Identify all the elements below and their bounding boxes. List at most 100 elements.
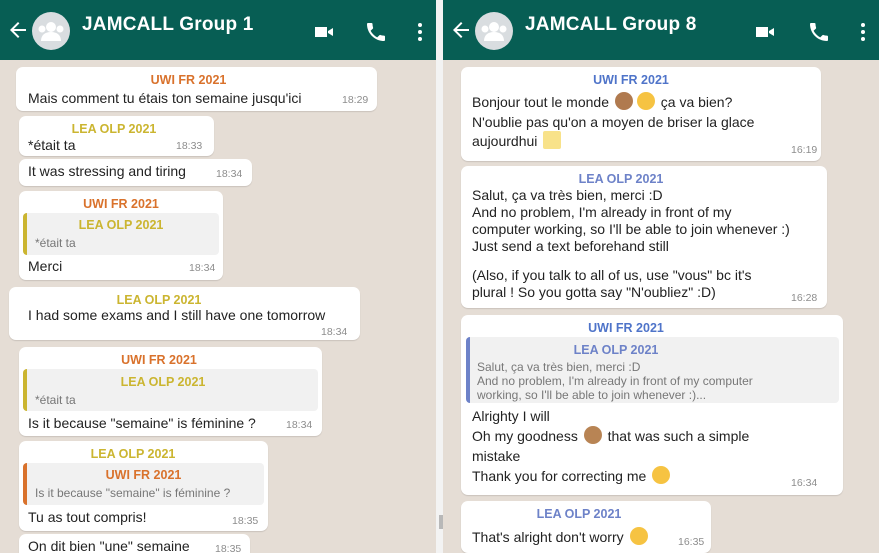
message-time: 18:35 xyxy=(215,543,242,553)
quoted-message[interactable]: LEA OLP 2021 *était ta xyxy=(23,213,219,255)
back-arrow-icon[interactable] xyxy=(449,18,473,42)
message-bubble[interactable]: UWI FR 2021 LEA OLP 2021 *était ta Merci… xyxy=(19,191,223,280)
message-text: On dit bien "une" semaine xyxy=(28,538,190,553)
chat-header: JAMCALL Group 8 xyxy=(443,0,879,60)
more-options-icon[interactable] xyxy=(851,20,875,44)
chat-header: JAMCALL Group 1 xyxy=(0,0,436,60)
quoted-text: And no problem, I'm already in front of … xyxy=(477,374,753,388)
message-text: Salut, ça va très bien, merci :D xyxy=(472,187,663,203)
message-sender: LEA OLP 2021 xyxy=(578,172,664,186)
clapping-hands-emoji-icon xyxy=(614,92,633,110)
message-bubble[interactable]: It was stressing and tiring 18:34 xyxy=(19,159,252,186)
chat-title[interactable]: JAMCALL Group 8 xyxy=(525,14,697,36)
message-text: Mais comment tu étais ton semaine jusqu'… xyxy=(28,90,302,106)
message-text-line: aujourdhui xyxy=(472,131,563,151)
voice-call-icon[interactable] xyxy=(364,20,388,44)
back-arrow-icon[interactable] xyxy=(6,18,30,42)
message-text: Oh my goodness xyxy=(472,428,578,444)
message-time: 18:34 xyxy=(321,326,348,338)
message-text-line: Bonjour tout le monde ça va bien? xyxy=(472,92,732,112)
message-text: ça va bien? xyxy=(660,94,733,110)
message-text: computer working, so I'll be able to joi… xyxy=(472,221,790,237)
message-bubble[interactable]: UWI FR 2021 Mais comment tu étais ton se… xyxy=(16,67,377,111)
message-text-line: Thank you for correcting me xyxy=(472,466,672,486)
panel-divider xyxy=(436,0,443,553)
quoted-text: *était ta xyxy=(35,393,76,407)
message-bubble[interactable]: LEA OLP 2021 UWI FR 2021 Is it because "… xyxy=(19,441,268,531)
sparkles-emoji-icon xyxy=(543,131,562,149)
message-time: 18:35 xyxy=(232,515,259,527)
quoted-sender: LEA OLP 2021 xyxy=(78,218,164,232)
quoted-text: Is it because "semaine" is féminine ? xyxy=(35,486,231,500)
message-text: It was stressing and tiring xyxy=(28,163,186,179)
message-text: that was such a simple xyxy=(607,428,750,444)
chat-title[interactable]: JAMCALL Group 1 xyxy=(82,14,254,36)
message-text: (Also, if you talk to all of us, use "vo… xyxy=(472,267,752,283)
message-time: 16:35 xyxy=(678,536,705,548)
message-bubble[interactable]: On dit bien "une" semaine 18:35 xyxy=(19,534,250,553)
message-bubble[interactable]: LEA OLP 2021 *était ta 18:33 xyxy=(19,116,214,156)
more-options-icon[interactable] xyxy=(408,20,432,44)
message-text: aujourdhui xyxy=(472,133,538,149)
group-avatar-icon[interactable] xyxy=(32,12,70,50)
see-no-evil-monkey-emoji-icon xyxy=(583,426,602,444)
chat-panel-left: JAMCALL Group 1 UWI FR 2021 Mais comment… xyxy=(0,0,436,553)
voice-call-icon[interactable] xyxy=(807,20,831,44)
message-text: Tu as tout compris! xyxy=(28,509,147,525)
grinning-sweat-emoji-icon xyxy=(652,466,671,484)
quoted-message[interactable]: LEA OLP 2021 *était ta xyxy=(23,369,318,411)
message-sender: LEA OLP 2021 xyxy=(71,122,157,136)
message-sender: UWI FR 2021 xyxy=(121,353,197,367)
message-time: 16:34 xyxy=(791,477,818,489)
video-call-icon[interactable] xyxy=(753,20,777,44)
message-text: Is it because "semaine" is féminine ? xyxy=(28,415,256,431)
message-sender: LEA OLP 2021 xyxy=(536,507,622,521)
message-text: *était ta xyxy=(28,137,76,153)
message-text: mistake xyxy=(472,448,521,464)
message-time: 18:33 xyxy=(176,140,203,152)
message-sender: UWI FR 2021 xyxy=(83,197,159,211)
smiling-face-emoji-icon xyxy=(636,92,655,110)
message-time: 16:28 xyxy=(791,292,818,304)
message-text: And no problem, I'm already in front of … xyxy=(472,204,732,220)
message-time: 18:34 xyxy=(189,262,216,274)
message-time: 18:34 xyxy=(286,419,313,431)
video-call-icon[interactable] xyxy=(312,20,336,44)
message-time: 18:29 xyxy=(342,94,369,106)
quoted-message[interactable]: UWI FR 2021 Is it because "semaine" is f… xyxy=(23,463,264,505)
quoted-text: Salut, ça va très bien, merci :D xyxy=(477,360,641,374)
message-bubble[interactable]: UWI FR 2021 LEA OLP 2021 Salut, ça va tr… xyxy=(461,315,843,495)
message-bubble[interactable]: UWI FR 2021 Bonjour tout le monde ça va … xyxy=(461,67,821,161)
message-text-line: Oh my goodness that was such a simple xyxy=(472,426,749,446)
quoted-text: *était ta xyxy=(35,236,76,250)
quoted-sender: LEA OLP 2021 xyxy=(120,375,206,389)
message-sender: UWI FR 2021 xyxy=(150,73,227,87)
message-sender: LEA OLP 2021 xyxy=(90,447,176,461)
quoted-sender: UWI FR 2021 xyxy=(105,468,182,482)
quoted-sender: LEA OLP 2021 xyxy=(573,343,659,357)
message-text: That's alright don't worry xyxy=(472,529,624,545)
message-text-line: That's alright don't worry xyxy=(472,527,650,547)
message-text: plural ! So you gotta say "N'oubliez" :D… xyxy=(472,284,716,300)
quoted-message[interactable]: LEA OLP 2021 Salut, ça va très bien, mer… xyxy=(466,337,839,403)
message-time: 16:19 xyxy=(791,144,818,156)
hugging-face-emoji-icon xyxy=(629,527,648,545)
message-time: 18:34 xyxy=(216,168,243,180)
message-text: Thank you for correcting me xyxy=(472,468,647,484)
group-avatar-icon[interactable] xyxy=(475,12,513,50)
message-bubble[interactable]: LEA OLP 2021 Salut, ça va très bien, mer… xyxy=(461,166,827,308)
message-bubble[interactable]: UWI FR 2021 LEA OLP 2021 *était ta Is it… xyxy=(19,347,322,436)
message-sender: UWI FR 2021 xyxy=(593,73,669,87)
message-list[interactable]: UWI FR 2021 Bonjour tout le monde ça va … xyxy=(443,60,879,553)
message-bubble[interactable]: LEA OLP 2021 I had some exams and I stil… xyxy=(9,287,360,340)
message-list[interactable]: UWI FR 2021 Mais comment tu étais ton se… xyxy=(0,60,436,553)
message-bubble[interactable]: LEA OLP 2021 That's alright don't worry … xyxy=(461,501,711,553)
chat-panel-right: JAMCALL Group 8 UWI FR 2021 Bonjour tout… xyxy=(443,0,879,553)
message-text: Merci xyxy=(28,258,63,274)
message-text: Alrighty I will xyxy=(472,408,550,424)
message-text: I had some exams and I still have one to… xyxy=(28,307,326,323)
quoted-text: working, so I'll be able to join wheneve… xyxy=(477,388,707,402)
message-text: N'oublie pas qu'on a moyen de briser la … xyxy=(472,114,755,130)
message-text: Just send a text beforehand still xyxy=(472,238,669,254)
message-sender: UWI FR 2021 xyxy=(588,321,664,335)
